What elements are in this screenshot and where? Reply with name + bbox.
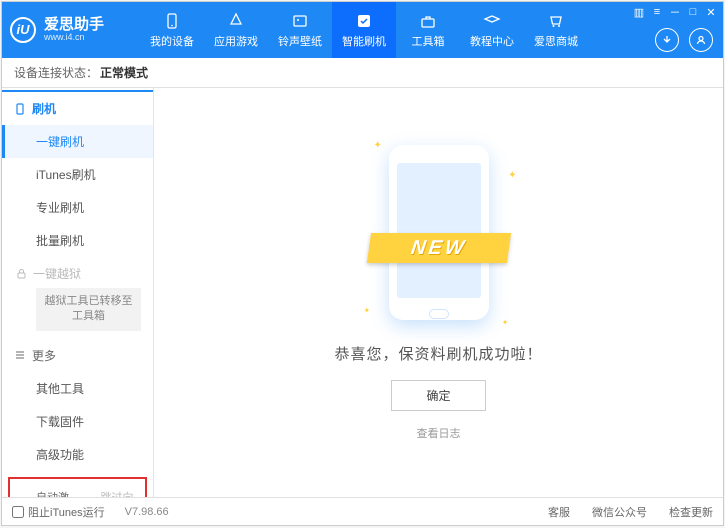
status-label: 设备连接状态： [14,64,98,81]
status-mode: 正常模式 [100,64,148,81]
nav-store[interactable]: 爱思商城 [524,2,588,58]
skip-guide-checkbox[interactable]: 跳过向导 [85,489,136,497]
logo-icon: iU [10,17,36,43]
minimize-icon[interactable]: － [669,6,681,18]
sidebar-item-onekey[interactable]: 一键刷机 [2,125,153,158]
flash-icon [355,12,373,30]
main-content: NEW ✦ ✦ ✦ ✦ 恭喜您，保资料刷机成功啦！ 确定 查看日志 [154,88,723,497]
nav-toolbox[interactable]: 工具箱 [396,2,460,58]
block-itunes-checkbox[interactable]: 阻止iTunes运行 [12,504,105,520]
lock-icon [16,268,27,279]
phone-icon [14,103,26,115]
nav-tutorials[interactable]: 教程中心 [460,2,524,58]
footer-wechat[interactable]: 微信公众号 [592,504,647,520]
sidebar: 刷机 一键刷机 iTunes刷机 专业刷机 批量刷机 一键越狱 越狱工具已转移至… [2,88,154,497]
ok-button[interactable]: 确定 [391,380,485,411]
main-nav: 我的设备 应用游戏 铃声壁纸 智能刷机 工具箱 教程中心 [140,2,588,58]
app-title: 爱思助手 [44,17,104,34]
success-message: 恭喜您，保资料刷机成功啦！ [334,343,542,364]
menu-icon[interactable]: ▥ [633,6,645,18]
auto-activate-checkbox[interactable]: 自动激活 [20,489,71,497]
app-header: iU 爱思助手 www.i4.cn 我的设备 应用游戏 铃声壁纸 智能刷机 [2,2,723,58]
user-button[interactable] [689,28,713,52]
sidebar-more-header[interactable]: 更多 [2,339,153,372]
image-icon [291,12,309,30]
list-icon [14,349,26,361]
download-button[interactable] [655,28,679,52]
nav-apps[interactable]: 应用游戏 [204,2,268,58]
app-url: www.i4.cn [44,33,104,43]
footer: 阻止iTunes运行 V7.98.66 客服 微信公众号 检查更新 [2,497,723,525]
nav-my-device[interactable]: 我的设备 [140,2,204,58]
cart-icon [547,12,565,30]
sidebar-item-pro[interactable]: 专业刷机 [2,191,153,224]
graduation-icon [483,12,501,30]
sidebar-jailbreak-header: 一键越狱 [2,257,153,286]
close-icon[interactable]: ✕ [705,6,717,18]
sidebar-item-download-fw[interactable]: 下载固件 [2,405,153,438]
sidebar-item-itunes[interactable]: iTunes刷机 [2,158,153,191]
sidebar-item-other[interactable]: 其他工具 [2,372,153,405]
sidebar-options-highlighted: 自动激活 跳过向导 [8,477,147,497]
success-illustration: NEW ✦ ✦ ✦ ✦ [369,145,509,325]
nav-ringtones[interactable]: 铃声壁纸 [268,2,332,58]
status-bar: 设备连接状态： 正常模式 [2,58,723,88]
sidebar-item-batch[interactable]: 批量刷机 [2,224,153,257]
maximize-icon[interactable]: □ [687,6,699,18]
new-badge: NEW [366,233,510,263]
sidebar-jailbreak-note[interactable]: 越狱工具已转移至工具箱 [36,288,141,331]
settings-icon[interactable]: ≡ [651,6,663,18]
logo: iU 爱思助手 www.i4.cn [10,17,140,43]
footer-check-update[interactable]: 检查更新 [669,504,713,520]
nav-flash[interactable]: 智能刷机 [332,2,396,58]
titlebar-controls: ▥ ≡ － □ ✕ [633,6,717,18]
sidebar-flash-header[interactable]: 刷机 [2,90,153,125]
sidebar-item-advanced[interactable]: 高级功能 [2,438,153,471]
device-icon [163,12,181,30]
toolbox-icon [419,12,437,30]
footer-support[interactable]: 客服 [548,504,570,520]
view-log-link[interactable]: 查看日志 [417,425,461,441]
version-label: V7.98.66 [125,506,169,518]
apps-icon [227,12,245,30]
